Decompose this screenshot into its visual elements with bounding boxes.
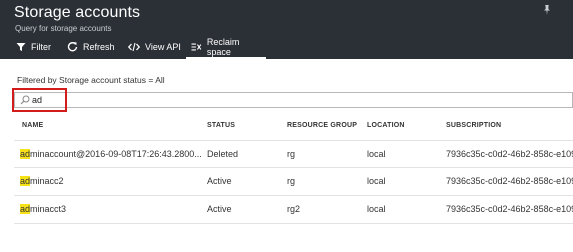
view-api-button[interactable]: View API [128,38,181,55]
blade-header: Storage accounts Query for storage accou… [0,0,573,59]
search-match: ad [20,176,31,186]
account-name[interactable]: adminacc2 [20,176,64,186]
location-cell: local [367,204,386,214]
filter-button[interactable]: Filter [16,38,51,55]
reclaim-icon [191,43,202,50]
search-box[interactable] [14,92,573,108]
view-api-label: View API [145,41,181,52]
table-row[interactable]: adminaccount@2016-09-08T17:26:43.2800...… [14,140,573,168]
search-icon [20,95,30,105]
filter-icon [16,42,26,51]
status-cell: Active [207,176,232,186]
active-command-underline [186,57,266,59]
reclaim-space-button[interactable]: Reclaim space [188,36,265,57]
resource-group-cell: rg [287,149,296,159]
table-row[interactable]: adminacct3 Active rg2 local 7936c35c-c0d… [14,196,573,224]
subscription-cell: 7936c35c-c0d2-46b2-858c-e109... [446,176,573,186]
reclaim-space-label: Reclaim space [206,36,240,57]
search-match: ad [20,204,31,214]
column-header-status[interactable]: STATUS [207,122,235,129]
search-match: ad [20,149,31,159]
status-cell: Active [207,204,232,214]
filter-status-text: Filtered by Storage account status = All [17,75,165,85]
subscription-cell: 7936c35c-c0d2-46b2-858c-e109... [446,204,573,214]
filter-label: Filter [31,41,51,52]
page-title: Storage accounts [14,4,141,21]
code-icon [128,42,140,51]
column-header-resource-group[interactable]: RESOURCE GROUP [287,122,357,129]
location-cell: local [367,149,386,159]
account-name-rest: minaccount@2016-09-08T17:26:43.2800... [30,149,202,159]
page-subtitle: Query for storage accounts [15,24,112,33]
refresh-button[interactable]: Refresh [67,38,115,55]
search-input[interactable] [32,93,332,107]
refresh-icon [67,42,78,52]
status-cell: Deleted [207,149,239,159]
resource-group-cell: rg [287,176,296,186]
account-name[interactable]: adminacct3 [20,204,66,214]
refresh-label: Refresh [83,41,115,52]
account-name-rest: minacct3 [30,204,67,214]
column-header-subscription[interactable]: SUBSCRIPTION [446,122,501,129]
location-cell: local [367,176,386,186]
resource-group-cell: rg2 [287,204,301,214]
column-header-location[interactable]: LOCATION [367,122,405,129]
table-row[interactable]: adminacc2 Active rg local 7936c35c-c0d2-… [14,168,573,196]
command-bar: Filter Refresh View API Reclaim space [0,35,573,59]
account-name-rest: minacc2 [30,176,64,186]
pin-icon[interactable] [541,4,553,16]
account-name[interactable]: adminaccount@2016-09-08T17:26:43.2800... [20,149,202,159]
subscription-cell: 7936c35c-c0d2-46b2-858c-e109... [446,149,573,159]
table-row [14,224,573,252]
column-header-name[interactable]: NAME [22,122,43,129]
